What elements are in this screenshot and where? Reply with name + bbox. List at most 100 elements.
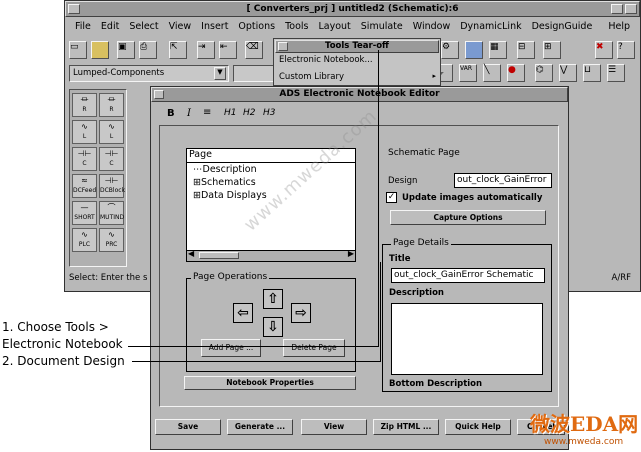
window-menu-icon[interactable] (68, 4, 80, 14)
scroll-thumb[interactable] (199, 252, 239, 259)
menu-options[interactable]: Options (238, 21, 275, 32)
page-details-group: Page Details Title out_clock_GainError S… (382, 238, 552, 392)
add-page-button[interactable]: Add Page ... (201, 339, 261, 357)
save-button[interactable]: Save (155, 419, 221, 435)
window-minimize-icon[interactable] (611, 4, 623, 14)
tune-icon[interactable] (465, 41, 483, 59)
window-maximize-icon[interactable] (625, 4, 637, 14)
menu-item-custom-library[interactable]: Custom Library (279, 72, 344, 82)
align-button[interactable]: ≡ (203, 107, 211, 118)
display-icon[interactable]: ▦ (489, 41, 507, 59)
bold-button[interactable]: B (167, 108, 175, 119)
optimize-icon[interactable]: ⊟ (517, 41, 535, 59)
design-label: Design (388, 176, 418, 186)
schematic-window-title: [ Converters_prj ] untitled2 (Schematic)… (65, 1, 640, 17)
palette-item-plc[interactable]: ∿ PLC (72, 228, 97, 252)
schematic-page-label: Schematic Page (388, 148, 460, 158)
symbol-icon[interactable]: ⌬ (535, 64, 553, 82)
menu-help[interactable]: Help (608, 21, 630, 32)
update-images-label: Update images automatically (402, 193, 543, 203)
save-icon[interactable]: ▣ (117, 41, 135, 59)
menu-edit[interactable]: Edit (101, 21, 119, 32)
tools-tearoff-menu: Tools Tear-off Electronic Notebook... Cu… (273, 38, 441, 86)
notebook-properties-button[interactable]: Notebook Properties (184, 376, 356, 390)
design-field[interactable]: out_clock_GainError (454, 173, 552, 188)
palette-item-r-alt[interactable]: ⏛ R (99, 93, 124, 117)
move-up-button[interactable]: ⇧ (263, 289, 283, 309)
menu-layout[interactable]: Layout (318, 21, 350, 32)
heading1-button[interactable]: H1 (224, 108, 237, 118)
delete-page-button[interactable]: Delete Page (283, 339, 345, 357)
push-into-icon[interactable]: ⇥ (197, 41, 215, 59)
help-icon[interactable]: ? (617, 41, 635, 59)
list-icon[interactable]: ☰ (607, 64, 625, 82)
view-button[interactable]: View (301, 419, 367, 435)
menu-bar: File Edit Select View Insert Options Tools Layo… (75, 21, 635, 35)
palette-item-r[interactable]: ⏛ R (72, 93, 97, 117)
simulate-icon[interactable]: ⚙ (441, 41, 459, 59)
menu-item-electronic-notebook[interactable]: Electronic Notebook... (279, 55, 373, 65)
palette-item-short[interactable]: — SHORT (72, 201, 97, 225)
palette-item-dcfeed[interactable]: ≈ DCFeed (72, 174, 97, 198)
palette-item-prc[interactable]: ∿ PRC (99, 228, 124, 252)
menu-select[interactable]: Select (129, 21, 158, 32)
delete-trash-icon[interactable]: ⌫ (245, 41, 263, 59)
palette-dropdown[interactable]: Lumped-Components ▼ (69, 65, 229, 82)
callout-step2: 2. Document Design (2, 354, 125, 368)
instance-icon[interactable]: ⋁ (559, 64, 577, 82)
notebook-title-text: ADS Electronic Notebook Editor (279, 89, 440, 99)
site-logo-url: www.mweda.com (544, 437, 624, 447)
italic-button[interactable]: I (187, 108, 191, 119)
tree-item-schematics[interactable]: ⊞Schematics (193, 176, 355, 189)
title-label: Title (389, 254, 411, 264)
window-title-text: [ Converters_prj ] untitled2 (Schematic)… (246, 4, 459, 14)
notebook-window-menu-icon[interactable] (154, 90, 164, 99)
heading2-button[interactable]: H2 (243, 108, 256, 118)
layout-icon[interactable]: ⊞ (543, 41, 561, 59)
palette-item-c[interactable]: ⊣⊢ C (72, 147, 97, 171)
stop-icon[interactable]: ✖ (595, 41, 613, 59)
select-pointer-icon[interactable]: ⇱ (169, 41, 187, 59)
component-name-field[interactable] (233, 65, 277, 82)
tree-horizontal-scrollbar[interactable]: ◀ ▶ (187, 249, 355, 261)
menu-window[interactable]: Window (413, 21, 450, 32)
menu-simulate[interactable]: Simulate (361, 21, 403, 32)
capture-options-button[interactable]: Capture Options (390, 210, 546, 225)
palette-item-l[interactable]: ∿ L (72, 120, 97, 144)
palette-item-dcblock[interactable]: ⊣⊢ DCBlock (99, 174, 125, 198)
var-icon[interactable]: VAR (459, 64, 477, 82)
move-right-button[interactable]: ⇨ (291, 303, 311, 323)
description-textarea[interactable] (391, 303, 543, 375)
callout-line-1-horizontal (128, 346, 379, 347)
port-icon[interactable]: ● (507, 64, 525, 82)
markers-icon[interactable]: ⊔ (583, 64, 601, 82)
title-field[interactable]: out_clock_GainError Schematic (391, 268, 545, 283)
print-icon[interactable]: ⎙ (139, 41, 157, 59)
palette-item-l-alt[interactable]: ∿ L (99, 120, 124, 144)
expand-icon[interactable]: ⊞ (193, 190, 201, 201)
wire-icon[interactable]: ╲ (483, 64, 501, 82)
tearoff-close-icon[interactable] (278, 42, 288, 51)
new-icon[interactable]: ▭ (69, 41, 87, 59)
chevron-down-icon[interactable]: ▼ (214, 67, 226, 80)
menu-designguide[interactable]: DesignGuide (532, 21, 593, 32)
expand-icon[interactable]: ⊞ (193, 177, 201, 188)
zip-html-button[interactable]: Zip HTML ... (373, 419, 439, 435)
heading3-button[interactable]: H3 (263, 108, 276, 118)
menu-dynamiclink[interactable]: DynamicLink (460, 21, 521, 32)
update-images-checkbox[interactable]: ✓ (386, 192, 397, 203)
move-left-button[interactable]: ⇦ (233, 303, 253, 323)
open-folder-icon[interactable] (91, 41, 109, 59)
palette-item-c-alt[interactable]: ⊣⊢ C (99, 147, 124, 171)
menu-insert[interactable]: Insert (201, 21, 228, 32)
move-down-button[interactable]: ⇩ (263, 317, 283, 337)
menu-tools[interactable]: Tools (285, 21, 308, 32)
palette-item-mutind[interactable]: ⌒ MUTIND (99, 201, 124, 225)
quick-help-button[interactable]: Quick Help (445, 419, 511, 435)
menu-file[interactable]: File (75, 21, 91, 32)
pop-out-icon[interactable]: ⇤ (219, 41, 237, 59)
scroll-left-icon[interactable]: ◀ (188, 249, 194, 258)
scroll-right-icon[interactable]: ▶ (348, 249, 354, 258)
generate-button[interactable]: Generate ... (227, 419, 293, 435)
menu-view[interactable]: View (169, 21, 192, 32)
